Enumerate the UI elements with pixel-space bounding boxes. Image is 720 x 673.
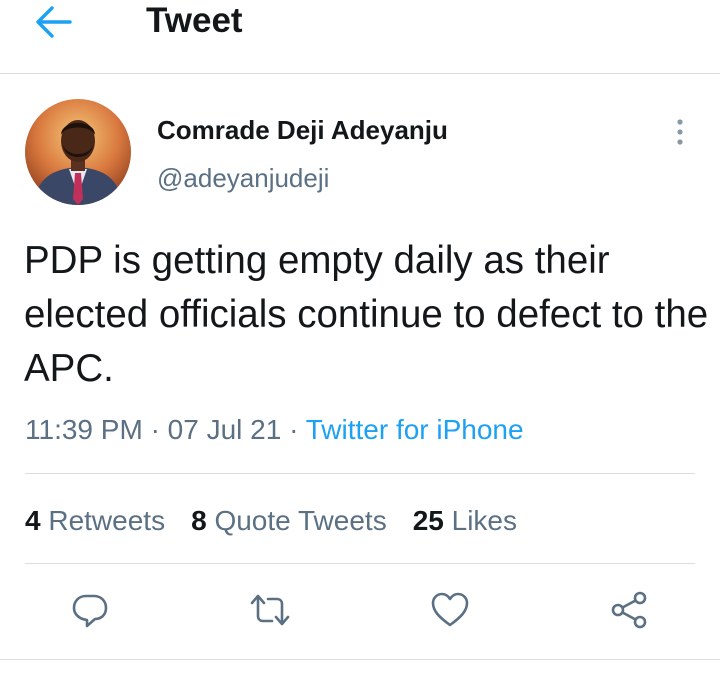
- retweet-icon: [250, 594, 290, 626]
- tweet-action-bar: [0, 585, 720, 641]
- like-button[interactable]: [425, 585, 475, 635]
- likes-stat[interactable]: 25 Likes: [413, 503, 517, 539]
- page-title: Tweet: [146, 1, 243, 40]
- likes-count: 25: [412, 505, 444, 536]
- more-vertical-icon: [677, 119, 683, 145]
- quote-tweets-label: Quote Tweets: [214, 505, 387, 536]
- retweets-count: 4: [25, 505, 41, 536]
- like-icon: [431, 592, 469, 627]
- more-options-button[interactable]: [664, 112, 696, 152]
- retweet-button[interactable]: [245, 585, 295, 635]
- profile-photo: [25, 99, 131, 205]
- tweet-source-link[interactable]: Twitter for iPhone: [306, 414, 524, 445]
- divider: [25, 563, 695, 564]
- divider: [25, 473, 695, 474]
- tweet-date: 07 Jul 21: [167, 414, 282, 445]
- meta-separator: ·: [150, 414, 160, 445]
- tweet-text: PDP is getting empty daily as their elec…: [24, 239, 709, 390]
- reply-button[interactable]: [65, 585, 115, 635]
- share-button[interactable]: [604, 585, 654, 635]
- top-app-bar: Tweet: [0, 0, 720, 74]
- likes-label: Likes: [451, 505, 518, 536]
- divider: [0, 659, 720, 660]
- quote-tweets-stat[interactable]: 8 Quote Tweets: [191, 503, 387, 539]
- retweets-label: Retweets: [48, 505, 166, 536]
- tweet-detail-page: Tweet Comrade Deji Adeyanju @adeyanjudej…: [0, 0, 720, 673]
- tweet-meta: 11:39 PM · 07 Jul 21 · Twitter for iPhon…: [25, 412, 524, 448]
- back-button[interactable]: [30, 2, 76, 42]
- engagement-stats: 4 Retweets 8 Quote Tweets 25 Likes: [25, 503, 543, 539]
- tweet-time: 11:39 PM: [25, 414, 143, 445]
- retweets-stat[interactable]: 4 Retweets: [25, 503, 165, 539]
- share-icon: [611, 591, 647, 629]
- reply-icon: [72, 594, 108, 628]
- author-handle[interactable]: @adeyanjudeji: [157, 162, 329, 194]
- quote-tweets-count: 8: [191, 505, 207, 536]
- avatar[interactable]: [25, 99, 131, 205]
- author-display-name[interactable]: Comrade Deji Adeyanju: [157, 114, 448, 146]
- meta-separator: ·: [289, 414, 299, 445]
- arrow-left-icon: [36, 6, 72, 38]
